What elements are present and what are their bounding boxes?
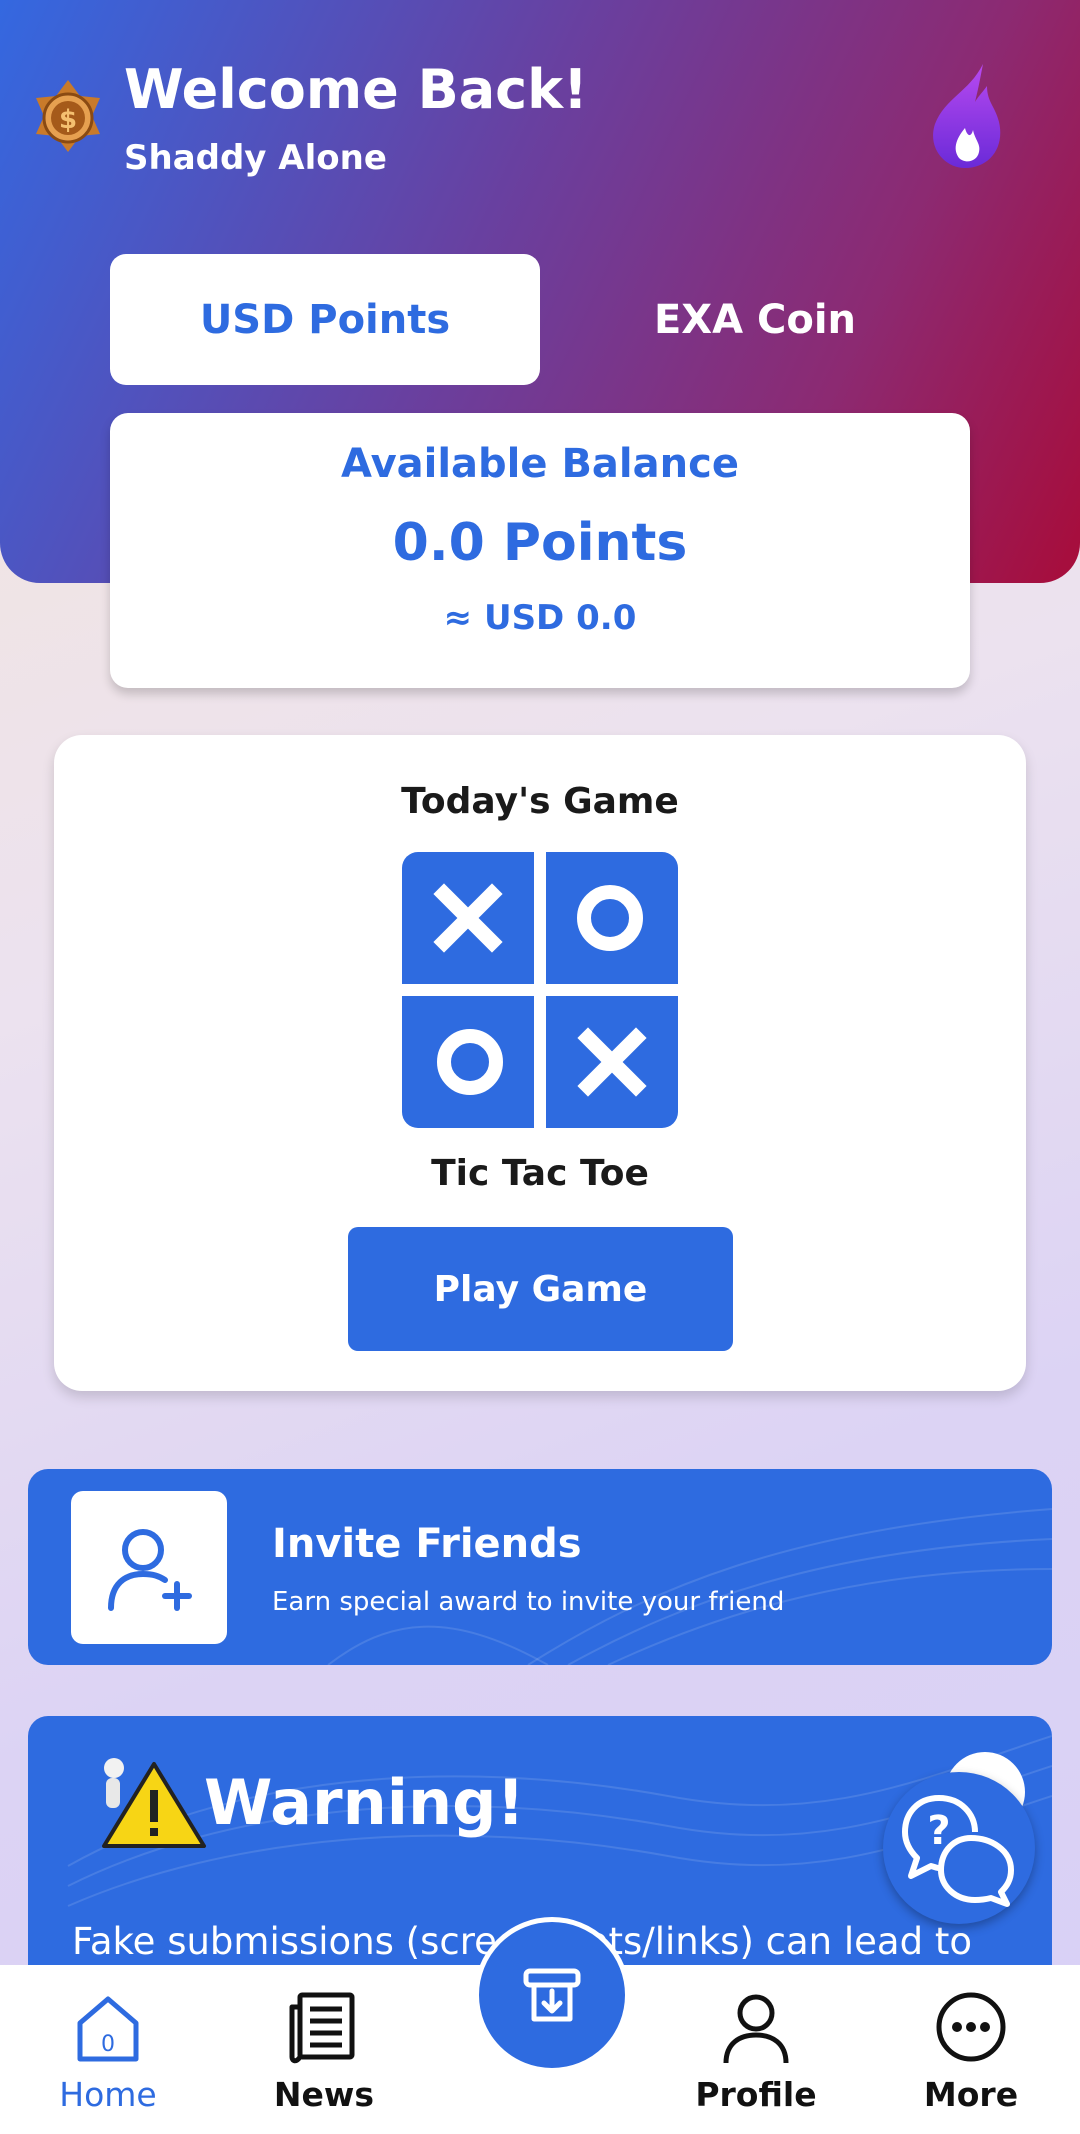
- add-user-icon-box: [71, 1491, 227, 1644]
- help-chat-icon: ?: [902, 1795, 1014, 1907]
- add-user-icon: [108, 1528, 192, 1611]
- invite-friends-banner[interactable]: Invite Friends Earn special award to inv…: [28, 1469, 1052, 1665]
- home-icon: 0: [77, 1996, 139, 2062]
- svg-text:$: $: [59, 105, 77, 135]
- withdraw-button[interactable]: [474, 1917, 630, 2073]
- help-chat-button[interactable]: ?: [883, 1772, 1035, 1924]
- nav-more[interactable]: More: [881, 1965, 1061, 2134]
- game-name: Tic Tac Toe: [431, 1153, 649, 1194]
- balance-usd: ≈ USD 0.0: [443, 598, 637, 638]
- nav-home[interactable]: 0 Home: [18, 1965, 198, 2134]
- flame-icon[interactable]: [925, 62, 1005, 170]
- warning-title: Warning!: [204, 1766, 525, 1839]
- nav-more-label: More: [923, 2075, 1019, 2114]
- balance-label: Available Balance: [341, 441, 739, 487]
- more-icon: [936, 1992, 1006, 2062]
- welcome-title: Welcome Back!: [124, 58, 588, 121]
- play-game-button[interactable]: Play Game: [348, 1227, 733, 1351]
- profile-icon: [723, 1994, 789, 2064]
- warning-icon: [102, 1758, 206, 1848]
- withdraw-icon: [523, 1968, 581, 2022]
- invite-title: Invite Friends: [272, 1521, 582, 1567]
- todays-game-card: Today's Game Tic Tac Toe Play Game: [54, 735, 1026, 1391]
- news-icon: [289, 1992, 355, 2064]
- game-heading: Today's Game: [401, 781, 679, 822]
- nav-home-label: Home: [59, 2075, 157, 2114]
- nav-profile[interactable]: Profile: [666, 1965, 846, 2134]
- nav-news[interactable]: News: [234, 1965, 414, 2134]
- tab-usd-points[interactable]: USD Points: [110, 254, 540, 385]
- nav-profile-label: Profile: [695, 2075, 817, 2114]
- tic-tac-toe-icon: [402, 852, 678, 1128]
- balance-points: 0.0 Points: [392, 513, 688, 573]
- nav-news-label: News: [273, 2075, 375, 2114]
- svg-text:0: 0: [101, 2032, 115, 2057]
- medal-icon: $: [36, 80, 100, 152]
- tab-exa-coin[interactable]: EXA Coin: [540, 254, 970, 385]
- balance-card: Available Balance 0.0 Points ≈ USD 0.0: [110, 413, 970, 688]
- username: Shaddy Alone: [124, 138, 387, 178]
- svg-text:?: ?: [927, 1808, 950, 1854]
- invite-subtitle: Earn special award to invite your friend: [272, 1587, 785, 1617]
